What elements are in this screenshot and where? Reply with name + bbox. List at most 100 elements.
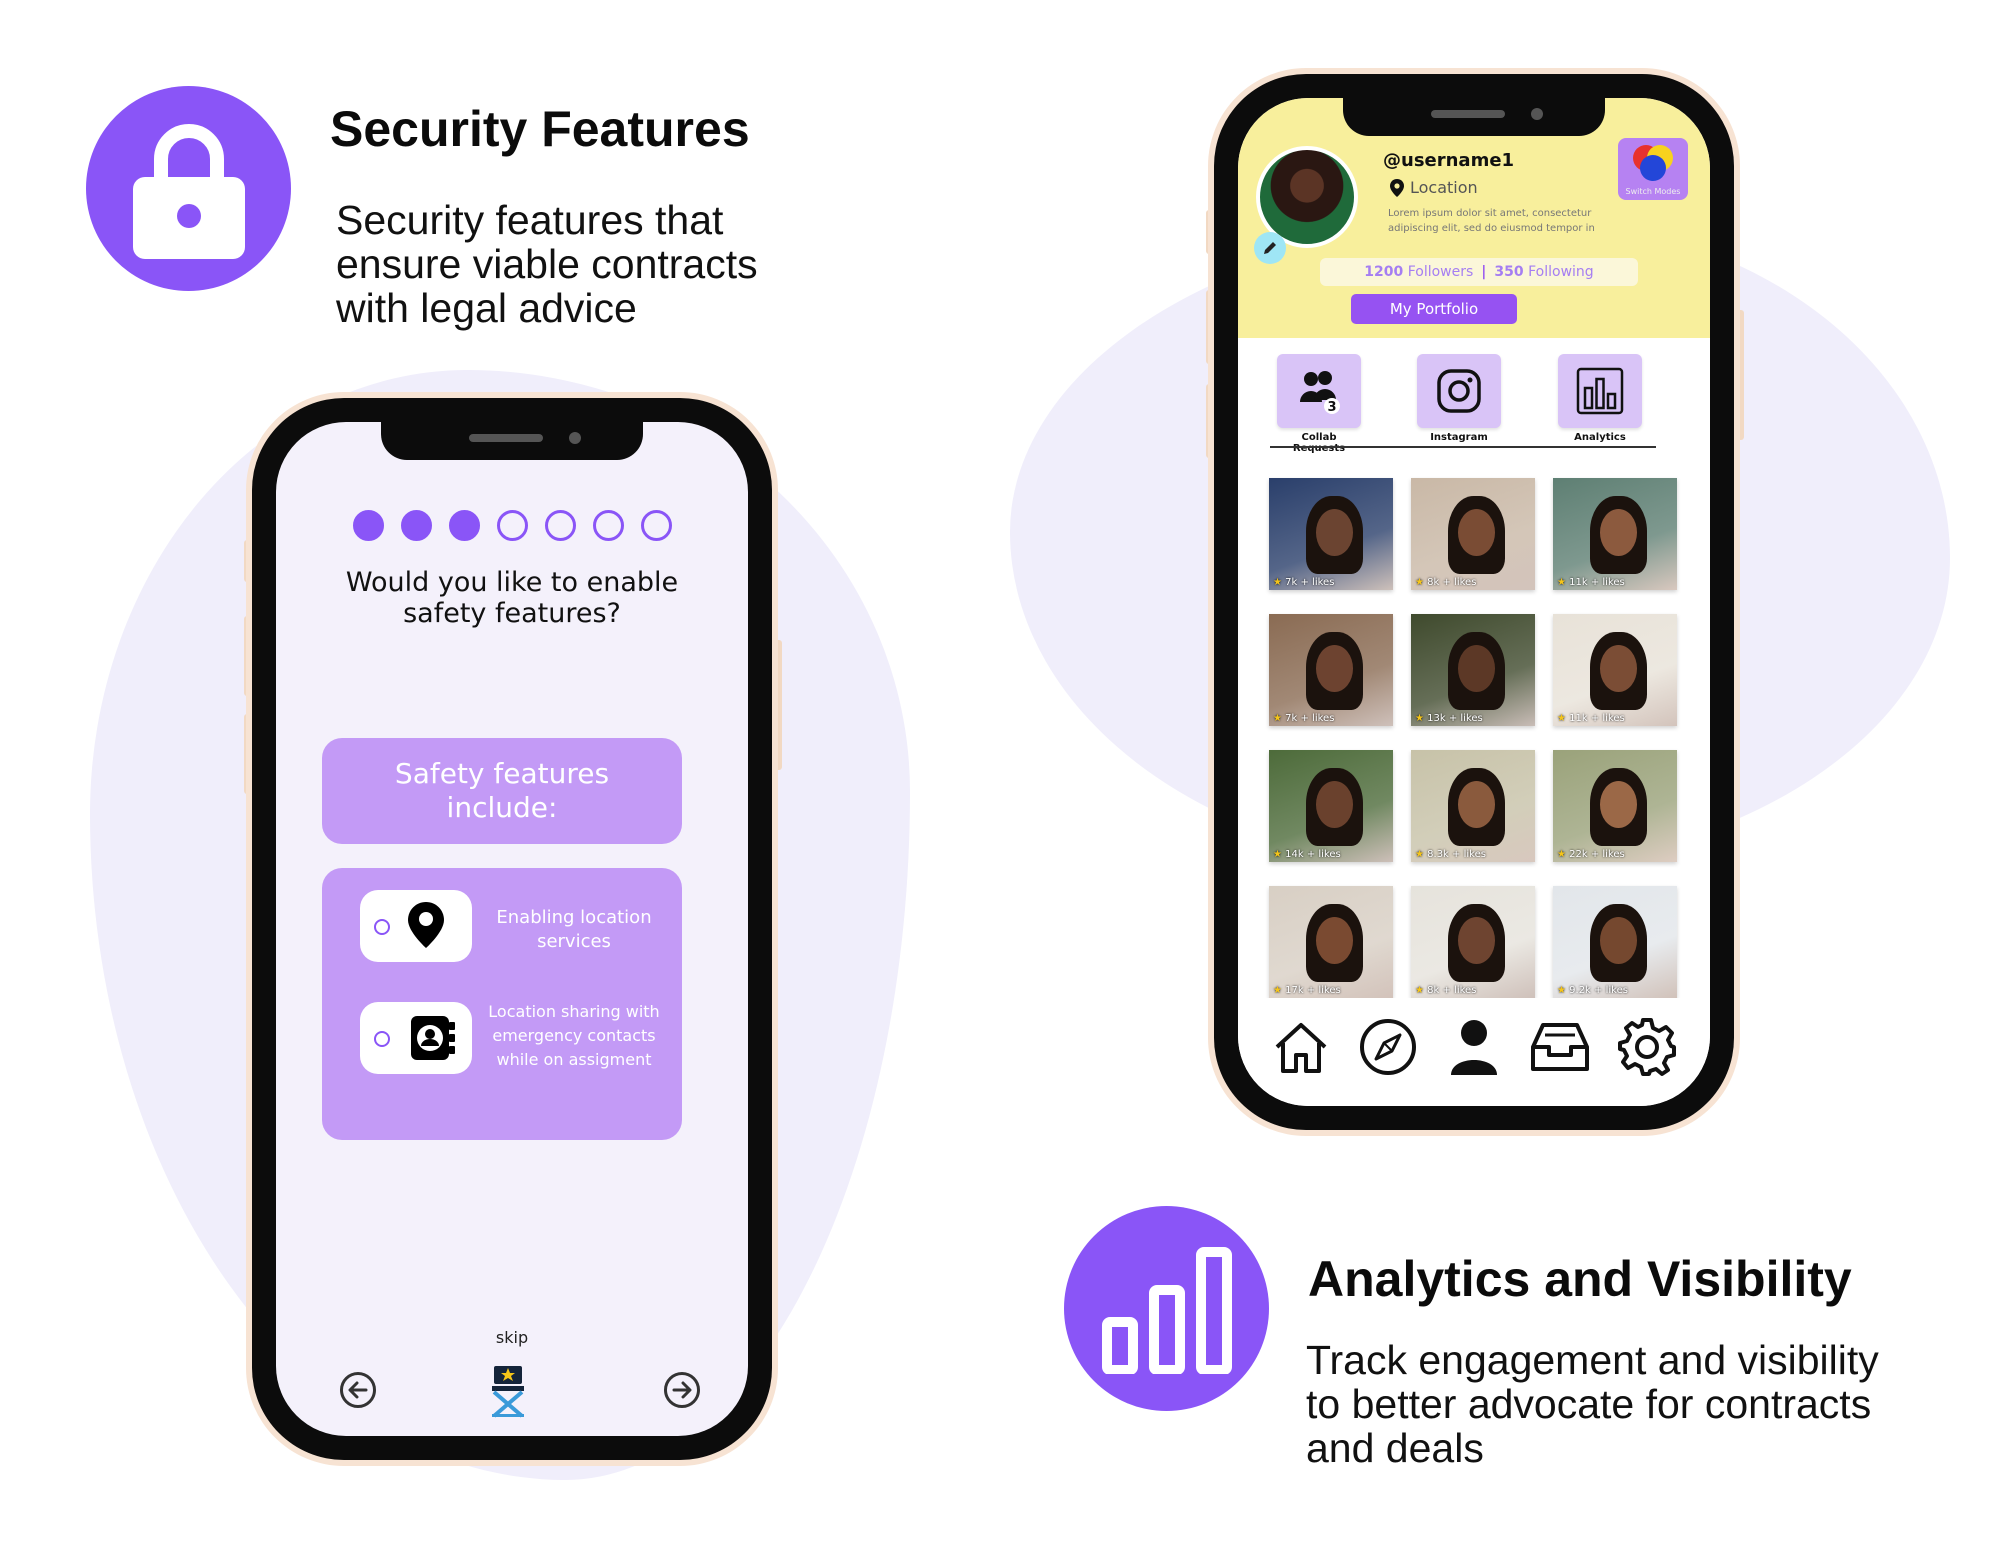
following-label[interactable]: Following xyxy=(1528,264,1594,280)
post-likes: ★ 11k + likes xyxy=(1557,713,1625,724)
profile-icon[interactable] xyxy=(1442,1015,1506,1079)
post-likes-label: 7k + likes xyxy=(1285,577,1335,588)
switch-modes-label: Switch Modes xyxy=(1625,187,1681,196)
post-tile[interactable]: ★ 7k + likes xyxy=(1269,478,1393,590)
location-pin-icon xyxy=(408,902,444,953)
post-tile[interactable]: ★ 14k + likes xyxy=(1269,750,1393,862)
tabs-divider xyxy=(1270,446,1656,448)
post-tile[interactable]: ★ 8k + likes xyxy=(1411,886,1535,998)
post-likes: ★ 8k + likes xyxy=(1415,985,1476,996)
phone-side-button xyxy=(1206,290,1213,364)
phone-frame-right: @username1 Location Lorem ipsum dolor si… xyxy=(1214,74,1734,1130)
post-likes: ★ 7k + likes xyxy=(1273,713,1334,724)
progress-dot-4 xyxy=(496,510,528,541)
username: @username1 xyxy=(1383,150,1515,171)
progress-dot-6 xyxy=(592,510,624,541)
post-likes-label: 17k + likes xyxy=(1285,985,1341,996)
profile-bio: Lorem ipsum dolor sit amet, consectetur … xyxy=(1388,208,1595,234)
post-likes-label: 7k + likes xyxy=(1285,713,1335,724)
post-tile[interactable]: ★ 7k + likes xyxy=(1269,614,1393,726)
star-icon: ★ xyxy=(1557,985,1570,996)
post-tile[interactable]: ★ 9.2k + likes xyxy=(1553,886,1677,998)
followers-count: 1200 xyxy=(1364,264,1404,280)
safety-question: Would you like to enable safety features… xyxy=(345,567,679,629)
star-icon: ★ xyxy=(1273,577,1286,588)
post-tile[interactable]: ★ 8.3k + likes xyxy=(1411,750,1535,862)
star-icon: ★ xyxy=(1273,849,1286,860)
progress-dot-5 xyxy=(544,510,576,541)
collab-requests-badge: 3 xyxy=(1327,400,1336,415)
home-icon[interactable] xyxy=(1269,1015,1333,1079)
safety-onboarding-screen: Would you like to enable safety features… xyxy=(276,422,748,1436)
contact-book-icon xyxy=(408,1014,456,1067)
star-icon: ★ xyxy=(1557,577,1570,588)
progress-dot-1 xyxy=(352,510,384,541)
bar-chart-icon xyxy=(1576,367,1624,415)
location-pin-icon xyxy=(1390,178,1404,197)
post-tile[interactable]: ★ 22k + likes xyxy=(1553,750,1677,862)
post-tile[interactable]: ★ 8k + likes xyxy=(1411,478,1535,590)
star-icon: ★ xyxy=(1273,713,1286,724)
post-tile[interactable]: ★ 11k + likes xyxy=(1553,614,1677,726)
phone-side-button xyxy=(1737,310,1744,440)
emergency-sharing-option[interactable] xyxy=(360,1002,472,1074)
post-likes: ★ 9.2k + likes xyxy=(1557,985,1628,996)
phone-side-button xyxy=(775,640,782,770)
switch-modes-button[interactable]: Switch Modes xyxy=(1618,138,1688,200)
star-icon: ★ xyxy=(1415,577,1428,588)
arrow-left-icon[interactable] xyxy=(340,1372,376,1408)
post-likes: ★ 22k + likes xyxy=(1557,849,1625,860)
tab-instagram[interactable]: Instagram xyxy=(1417,354,1501,443)
phone-notch xyxy=(381,422,643,460)
tab-collab-requests[interactable]: 3 Collab Requests xyxy=(1277,354,1361,454)
post-tile[interactable]: ★ 17k + likes xyxy=(1269,886,1393,998)
inbox-icon[interactable] xyxy=(1528,1015,1592,1079)
tab-instagram-label: Instagram xyxy=(1430,432,1488,443)
switch-modes-icon xyxy=(1633,145,1673,181)
location-label: Location xyxy=(1410,178,1478,197)
post-likes: ★ 8.3k + likes xyxy=(1415,849,1486,860)
followers-label[interactable]: Followers xyxy=(1408,264,1474,280)
post-likes-label: 8.3k + likes xyxy=(1427,849,1486,860)
phone-frame-left: Would you like to enable safety features… xyxy=(252,398,772,1460)
location-services-radio[interactable] xyxy=(374,919,390,935)
phone-side-button xyxy=(244,714,251,794)
post-tile[interactable]: ★ 11k + likes xyxy=(1553,478,1677,590)
safety-options-panel: Enabling location services Location shar… xyxy=(322,868,682,1140)
post-likes-label: 22k + likes xyxy=(1569,849,1625,860)
security-description: Security features that ensure viable con… xyxy=(336,197,758,331)
tab-analytics[interactable]: Analytics xyxy=(1558,354,1642,443)
emergency-sharing-radio[interactable] xyxy=(374,1031,390,1047)
post-likes: ★ 8k + likes xyxy=(1415,577,1476,588)
post-likes: ★ 11k + likes xyxy=(1557,577,1625,588)
bottom-nav xyxy=(1238,998,1710,1106)
post-likes: ★ 13k + likes xyxy=(1415,713,1483,724)
skip-link[interactable]: skip xyxy=(276,1328,748,1347)
tab-analytics-label: Analytics xyxy=(1574,432,1626,443)
location-row: Location xyxy=(1390,178,1478,197)
star-icon: ★ xyxy=(1557,713,1570,724)
follow-stats: 1200 Followers | 350 Following xyxy=(1320,258,1638,286)
pencil-icon[interactable] xyxy=(1254,232,1286,264)
arrow-right-icon[interactable] xyxy=(664,1372,700,1408)
post-tile[interactable]: ★ 13k + likes xyxy=(1411,614,1535,726)
security-title: Security Features xyxy=(330,101,750,157)
post-likes-label: 8k + likes xyxy=(1427,577,1477,588)
director-chair-icon xyxy=(488,1362,528,1423)
post-likes-label: 8k + likes xyxy=(1427,985,1477,996)
compass-icon[interactable] xyxy=(1356,1015,1420,1079)
post-likes: ★ 17k + likes xyxy=(1273,985,1341,996)
tab-collab-requests-label: Collab Requests xyxy=(1292,432,1346,454)
analytics-title: Analytics and Visibility xyxy=(1308,1251,1852,1307)
emergency-sharing-label: Location sharing with emergency contacts… xyxy=(488,1002,660,1069)
settings-icon[interactable] xyxy=(1615,1015,1679,1079)
post-likes: ★ 14k + likes xyxy=(1273,849,1341,860)
profile-screen: @username1 Location Lorem ipsum dolor si… xyxy=(1238,98,1710,1106)
phone-side-button xyxy=(244,616,251,696)
analytics-description: Track engagement and visibility to bette… xyxy=(1306,1337,1879,1471)
post-grid: ★ 7k + likes ★ 8k + likes ★ 11k + likes ★ 7… xyxy=(1269,478,1681,998)
star-icon: ★ xyxy=(1557,849,1570,860)
phone-side-button xyxy=(1206,210,1213,254)
my-portfolio-button[interactable]: My Portfolio xyxy=(1351,294,1517,324)
location-services-option[interactable] xyxy=(360,890,472,962)
